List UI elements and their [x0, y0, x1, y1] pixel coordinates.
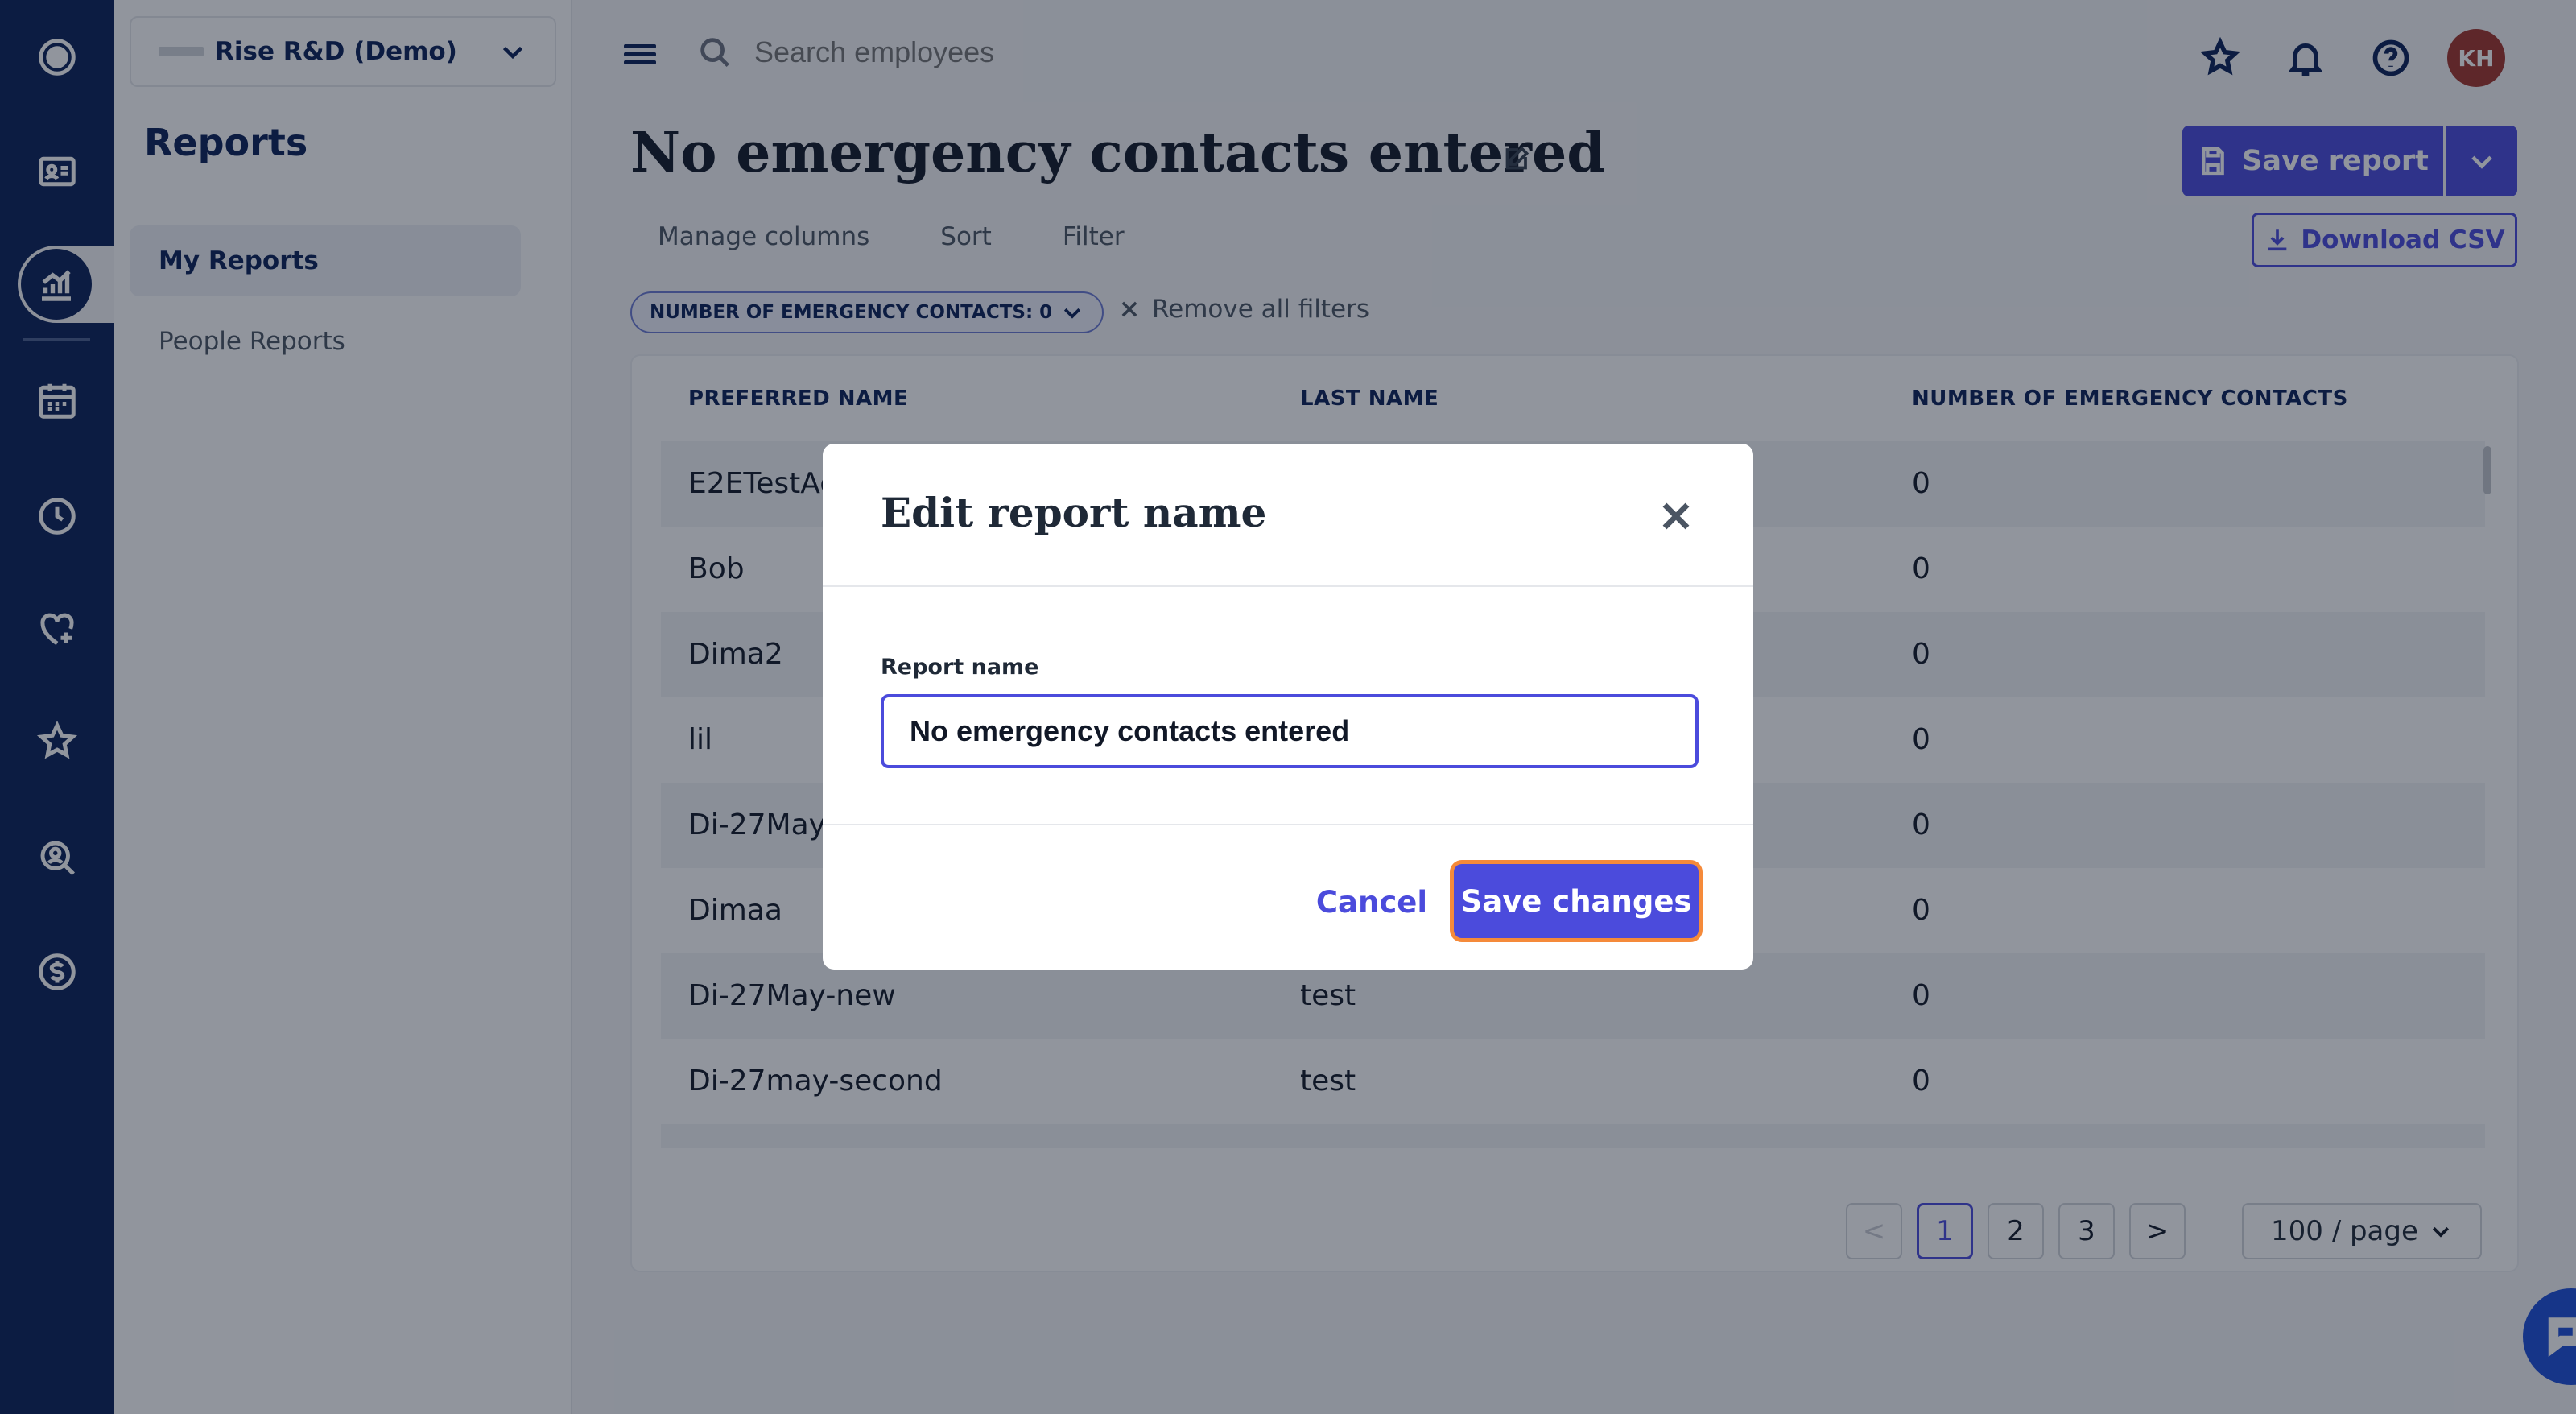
report-name-field[interactable] [881, 694, 1699, 768]
dialog-footer: Cancel Save changes [823, 824, 1753, 970]
edit-report-name-dialog: Edit report name Report name Cancel Save… [823, 444, 1753, 970]
dialog-title: Edit report name [881, 489, 1267, 536]
close-icon[interactable] [1657, 497, 1695, 535]
cancel-button[interactable]: Cancel [1282, 866, 1462, 938]
dialog-header: Edit report name [823, 444, 1753, 587]
report-name-label: Report name [881, 655, 1039, 680]
save-changes-button[interactable]: Save changes [1454, 864, 1699, 938]
